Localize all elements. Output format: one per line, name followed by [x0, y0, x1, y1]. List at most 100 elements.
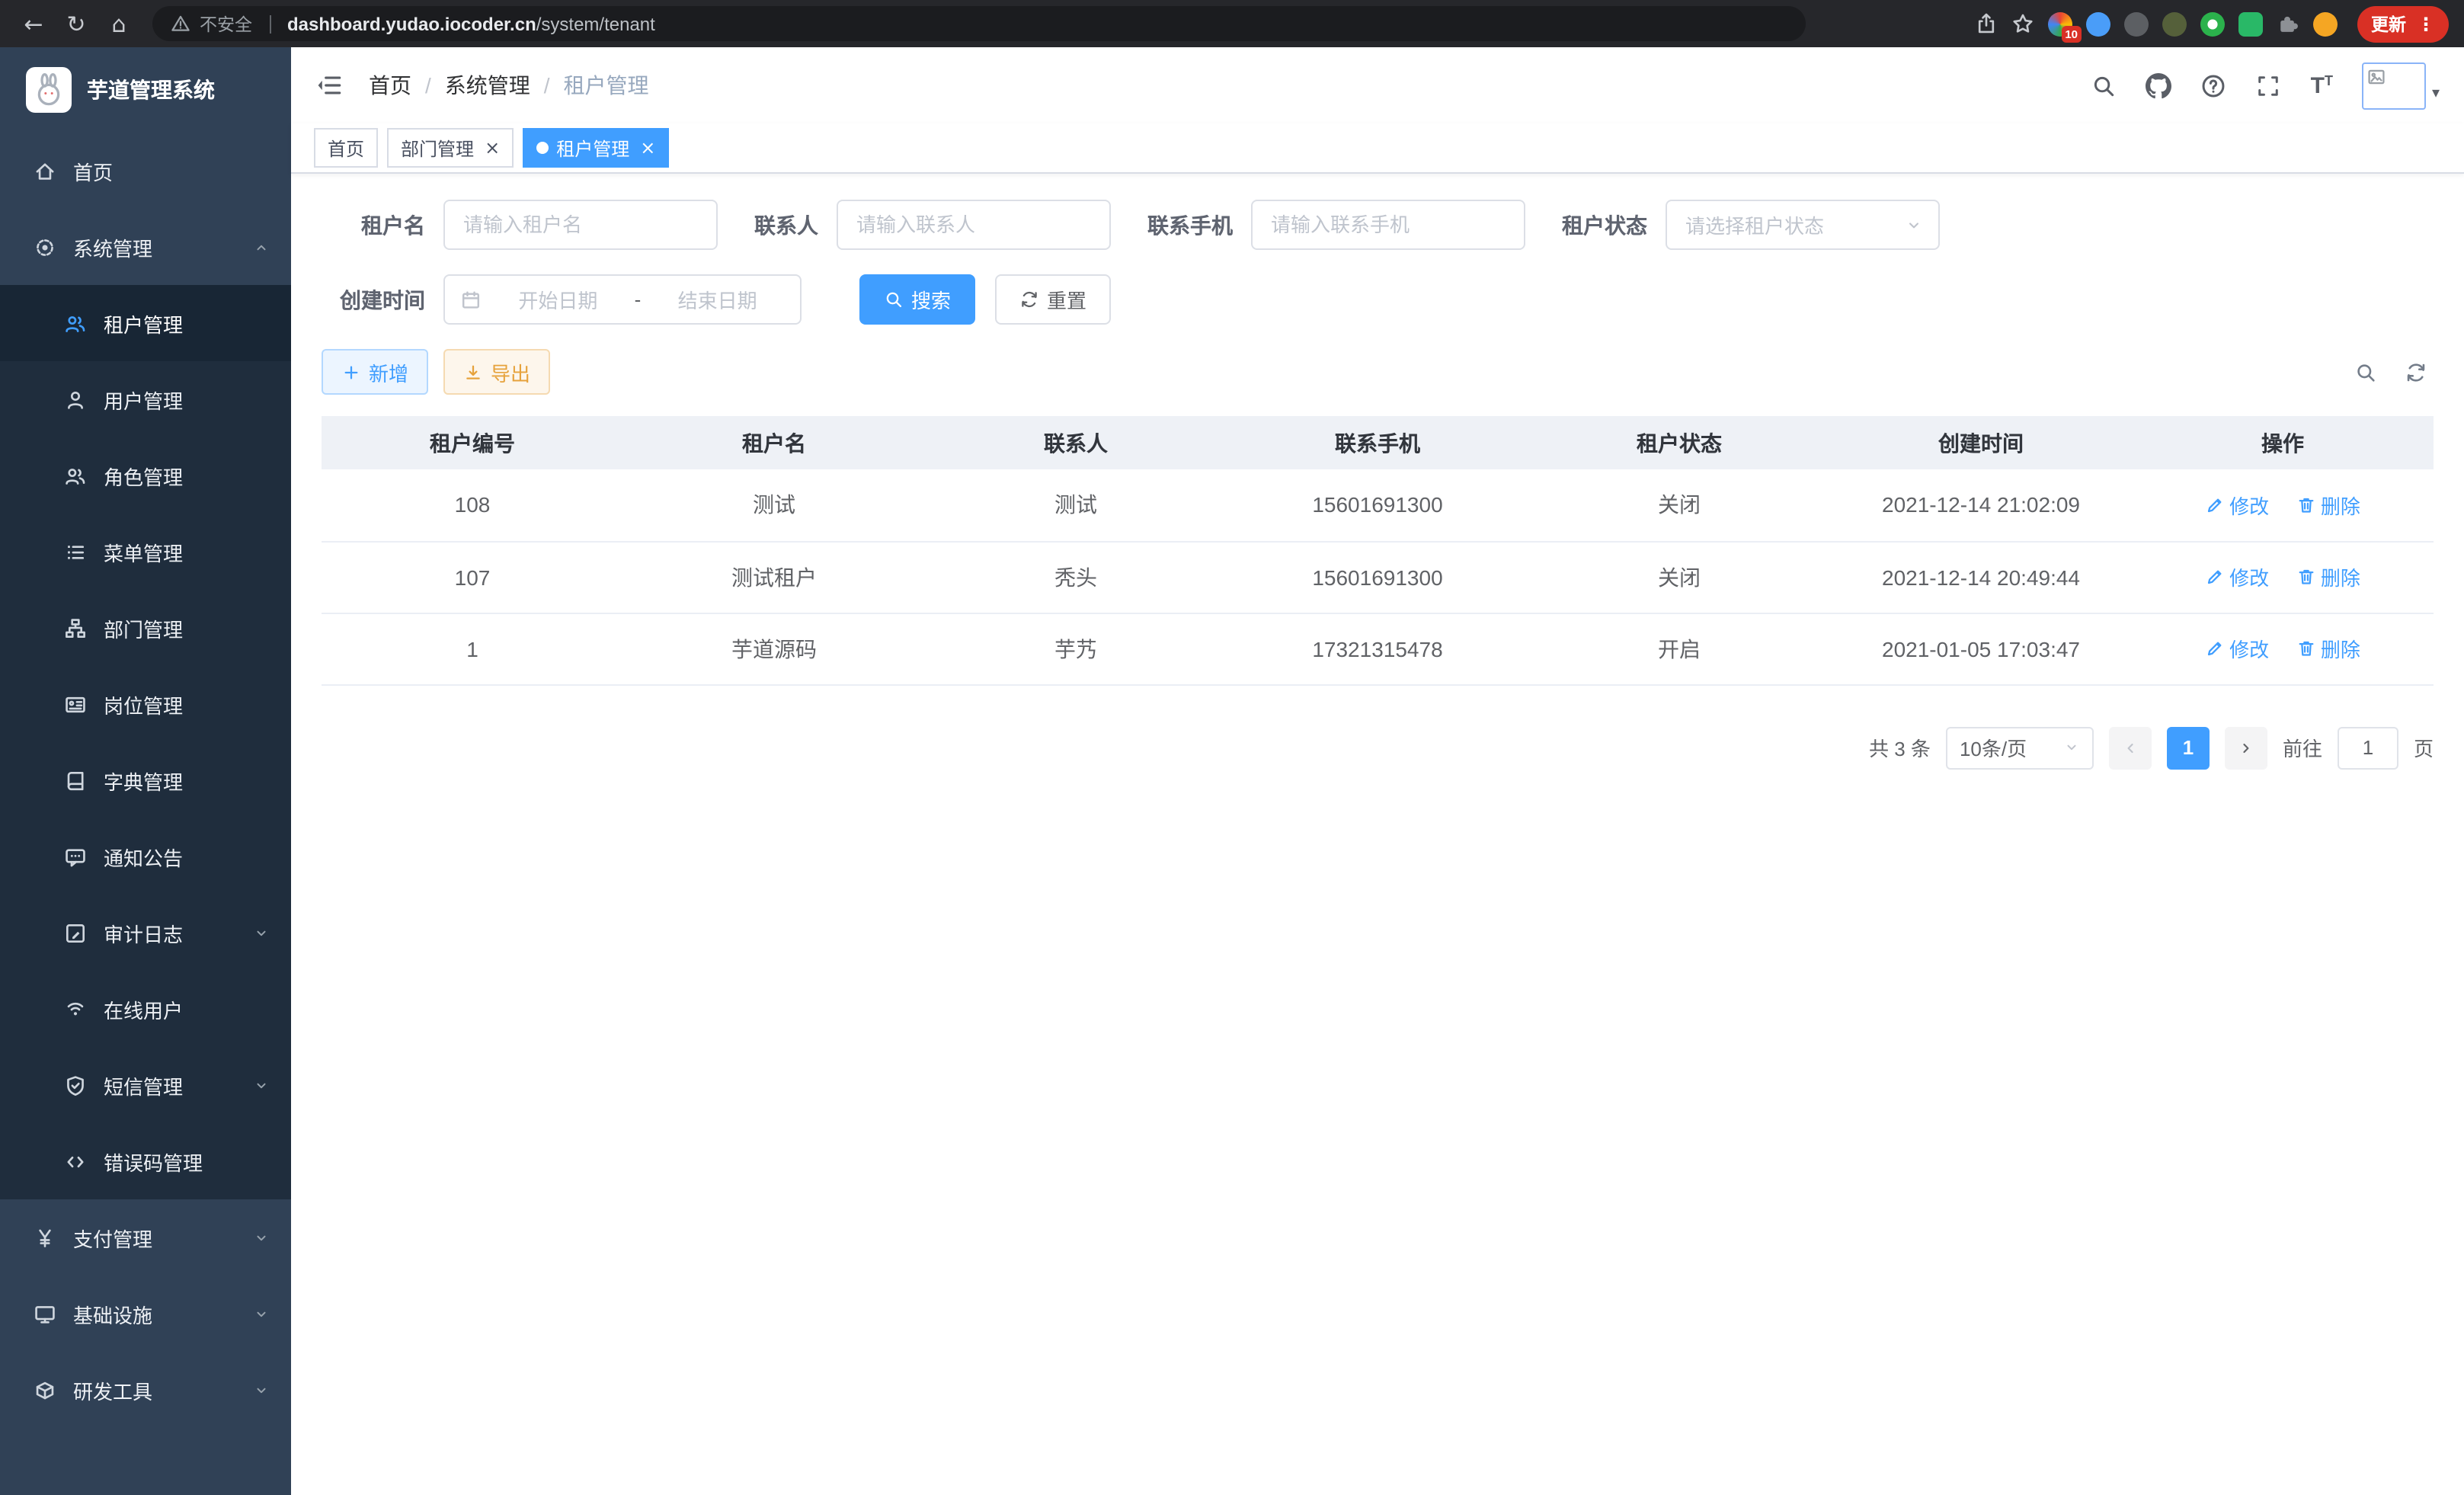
- col-status: 租户状态: [1528, 416, 1830, 469]
- table-header-row: 租户编号 租户名 联系人 联系手机 租户状态 创建时间 操作: [322, 416, 2434, 469]
- breadcrumb-home[interactable]: 首页: [369, 70, 411, 101]
- phone-input[interactable]: [1251, 200, 1525, 250]
- search-icon[interactable]: [2091, 72, 2117, 98]
- current-page-button[interactable]: 1: [2167, 726, 2210, 769]
- toggle-search-icon[interactable]: [2354, 360, 2377, 383]
- sidebar-item-sms[interactable]: 短信管理: [0, 1047, 291, 1123]
- sidebar-item-dept[interactable]: 部门管理: [0, 590, 291, 666]
- download-icon: [463, 362, 483, 382]
- sidebar-item-audit-log[interactable]: 审计日志: [0, 895, 291, 971]
- sidebar-item-label: 角色管理: [104, 461, 183, 490]
- sidebar-item-error-code[interactable]: 错误码管理: [0, 1123, 291, 1199]
- gear-icon: [34, 235, 56, 258]
- github-icon[interactable]: [2146, 72, 2172, 98]
- browser-home-icon[interactable]: ⌂: [101, 5, 137, 42]
- tab-close-icon[interactable]: ×: [640, 139, 655, 157]
- goto-label: 前往: [2283, 733, 2322, 762]
- sidebar-item-label: 审计日志: [104, 918, 183, 947]
- contact-input[interactable]: [837, 200, 1111, 250]
- chevron-down-icon: [253, 924, 270, 941]
- edit-link[interactable]: 修改: [2205, 491, 2269, 520]
- browser-back-icon[interactable]: ←: [15, 5, 52, 42]
- table-toolbar: 新增 导出: [322, 349, 2434, 395]
- browser-update-button[interactable]: 更新 ⋮: [2357, 5, 2449, 42]
- sidebar-item-dev-tools[interactable]: 研发工具: [0, 1352, 291, 1428]
- app-title: 芋道管理系统: [87, 75, 215, 105]
- edit-link[interactable]: 修改: [2205, 634, 2269, 663]
- sidebar-item-notice[interactable]: 通知公告: [0, 818, 291, 895]
- sidebar-item-pay[interactable]: 支付管理: [0, 1199, 291, 1276]
- sidebar-item-label: 菜单管理: [104, 537, 183, 566]
- tenant-name-input[interactable]: [443, 200, 718, 250]
- tab-label: 首页: [328, 135, 364, 161]
- tab-tenant[interactable]: 租户管理 ×: [523, 128, 669, 168]
- col-actions: 操作: [2132, 416, 2434, 469]
- question-help-icon[interactable]: [2201, 72, 2227, 98]
- sidebar-fold-icon[interactable]: [315, 72, 343, 99]
- edit-pencil-icon: [2205, 567, 2225, 587]
- tenant-status-select[interactable]: 请选择租户状态: [1666, 200, 1940, 250]
- next-page-button[interactable]: [2225, 726, 2267, 769]
- extension-icon-green-square[interactable]: [2238, 11, 2263, 36]
- user-avatar-menu[interactable]: ▾: [2362, 62, 2440, 109]
- add-button[interactable]: 新增: [322, 349, 428, 395]
- sidebar-item-label: 错误码管理: [104, 1147, 203, 1176]
- extension-icon-green-ring[interactable]: [2200, 11, 2225, 36]
- prev-page-button[interactable]: [2109, 726, 2152, 769]
- sidebar-item-label: 短信管理: [104, 1071, 183, 1100]
- col-tenant-name: 租户名: [623, 416, 925, 469]
- col-created: 创建时间: [1830, 416, 2132, 469]
- security-warning-icon: [171, 14, 190, 34]
- dict-book-icon: [64, 769, 87, 792]
- page-size-select[interactable]: 10条/页: [1946, 726, 2094, 769]
- share-icon[interactable]: [1975, 12, 1998, 35]
- tab-close-icon[interactable]: ×: [485, 139, 500, 157]
- edit-link[interactable]: 修改: [2205, 562, 2269, 591]
- font-size-icon[interactable]: TT: [2311, 74, 2333, 97]
- extension-icon-dark[interactable]: [2124, 11, 2149, 36]
- delete-link[interactable]: 删除: [2296, 562, 2360, 591]
- reset-button[interactable]: 重置: [995, 274, 1111, 325]
- sidebar-item-menu[interactable]: 菜单管理: [0, 514, 291, 590]
- extension-icon-blue[interactable]: [2086, 11, 2110, 36]
- phone-label: 联系手机: [1147, 210, 1233, 240]
- sidebar-item-home[interactable]: 首页: [0, 133, 291, 209]
- bookmark-star-icon[interactable]: [2011, 12, 2034, 35]
- profile-avatar-icon[interactable]: [2313, 11, 2338, 36]
- sidebar-item-infra[interactable]: 基础设施: [0, 1276, 291, 1352]
- goto-page-input[interactable]: [2338, 726, 2398, 769]
- search-button[interactable]: 搜索: [859, 274, 975, 325]
- tab-home[interactable]: 首页: [314, 128, 378, 168]
- create-time-range-picker[interactable]: 开始日期 - 结束日期: [443, 274, 802, 325]
- chevron-down-icon: [253, 1305, 270, 1322]
- browser-menu-dots-icon[interactable]: ⋮: [2417, 13, 2435, 34]
- sidebar-item-role[interactable]: 角色管理: [0, 437, 291, 514]
- refresh-table-icon[interactable]: [2405, 360, 2427, 383]
- sidebar-item-post[interactable]: 岗位管理: [0, 666, 291, 742]
- date-start-placeholder: 开始日期: [491, 285, 626, 314]
- sidebar-logo[interactable]: 芋道管理系统: [0, 47, 291, 133]
- tab-dept[interactable]: 部门管理 ×: [387, 128, 514, 168]
- sidebar-item-online-user[interactable]: 在线用户: [0, 971, 291, 1047]
- fullscreen-icon[interactable]: [2256, 72, 2282, 98]
- edit-label: 修改: [2229, 491, 2269, 520]
- breadcrumb-system[interactable]: 系统管理: [445, 70, 530, 101]
- sidebar-item-label: 字典管理: [104, 766, 183, 795]
- sidebar-item-user[interactable]: 用户管理: [0, 361, 291, 437]
- export-button[interactable]: 导出: [443, 349, 550, 395]
- address-bar[interactable]: 不安全 dashboard.yudao.iocoder.cn/system/te…: [152, 6, 1806, 41]
- cell-actions: 修改 删除: [2132, 613, 2434, 684]
- header-actions: TT ▾: [2091, 62, 2440, 109]
- extension-icon-colorful[interactable]: 10: [2048, 11, 2072, 36]
- delete-link[interactable]: 删除: [2296, 491, 2360, 520]
- delete-link[interactable]: 删除: [2296, 634, 2360, 663]
- extensions-puzzle-icon[interactable]: [2277, 12, 2299, 35]
- security-label[interactable]: 不安全: [200, 11, 252, 36]
- sidebar-item-dict[interactable]: 字典管理: [0, 742, 291, 818]
- chevron-down-icon: [1905, 216, 1923, 234]
- browser-reload-icon[interactable]: ↻: [58, 5, 94, 42]
- extension-icon-olive[interactable]: [2162, 11, 2187, 36]
- sidebar-item-system[interactable]: 系统管理: [0, 209, 291, 285]
- sidebar-item-tenant[interactable]: 租户管理: [0, 285, 291, 361]
- export-button-label: 导出: [491, 357, 530, 386]
